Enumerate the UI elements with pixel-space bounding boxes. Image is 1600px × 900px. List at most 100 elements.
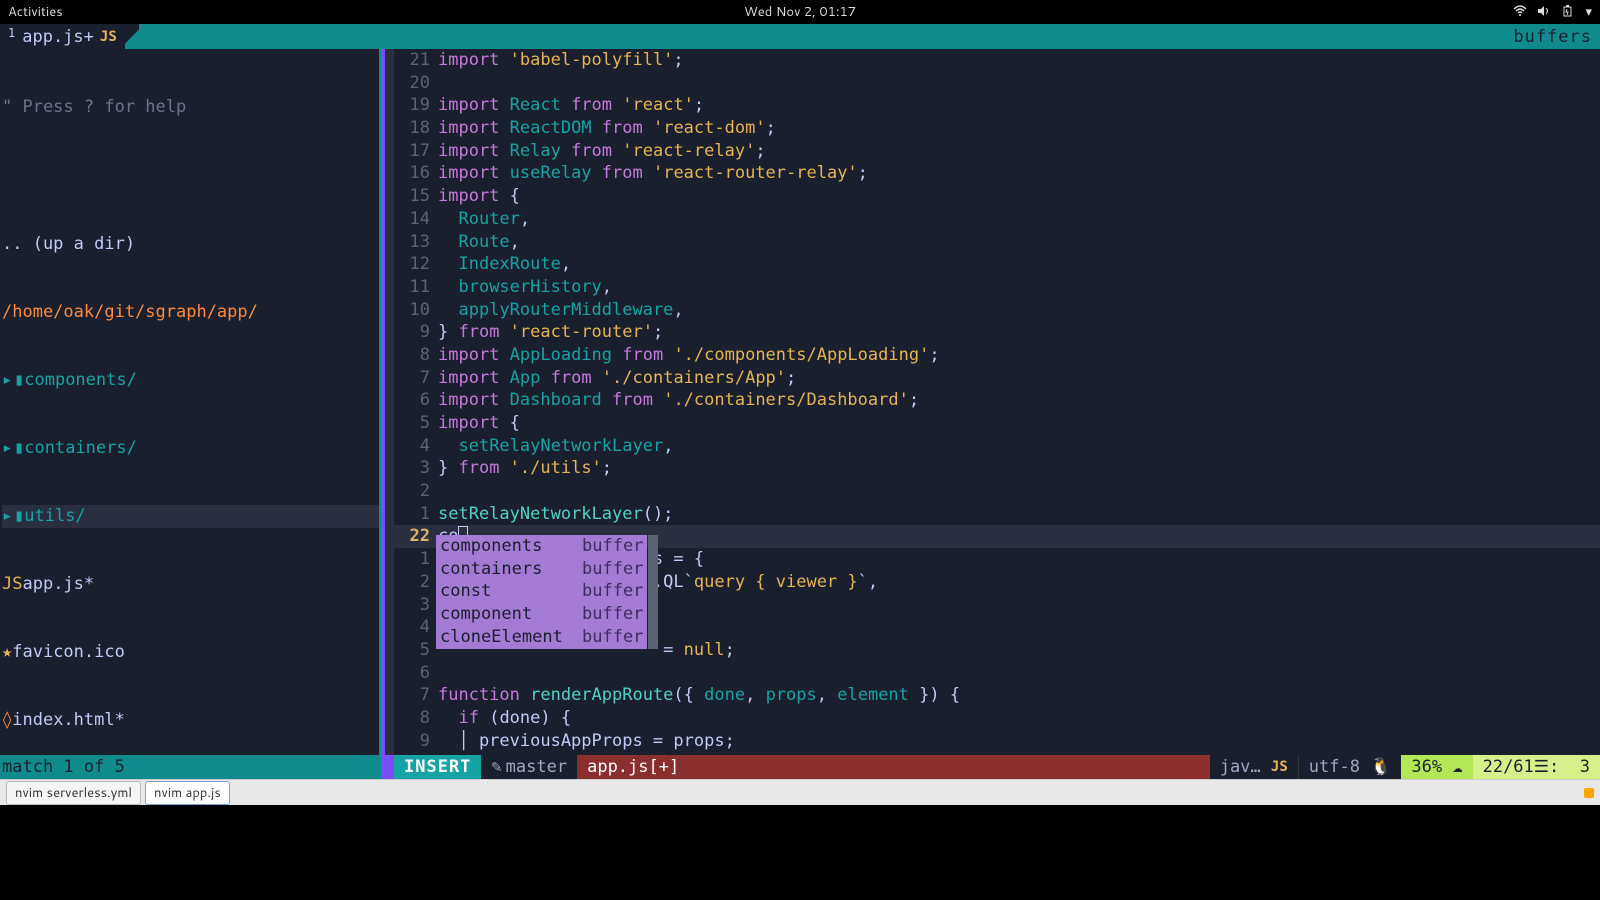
activities-button[interactable]: Activities [8,3,63,21]
completion-popup[interactable]: componentsbuffercontainersbufferconstbuf… [436,535,647,649]
code-line[interactable]: 9} from 'react-router'; [394,321,1600,344]
line-number: 2 [394,480,438,503]
line-number: 15 [394,185,438,208]
chevron-right-icon: ▸ [2,437,14,460]
linux-icon: 🐧 [1370,757,1391,777]
completion-kind: buffer [582,535,643,558]
editor-area: " Press ? for help .. (up a dir) /home/o… [0,49,1600,755]
code-line[interactable]: 5import { [394,412,1600,435]
clock[interactable]: Wed Nov 2, 01:17 [744,3,856,21]
code-line[interactable]: 1setRelayNetworkLayer(); [394,503,1600,526]
code-text: browserHistory, [438,276,1600,299]
code-line[interactable]: 3} from './utils'; [394,457,1600,480]
line-number: 4 [394,435,438,458]
lines-icon: ☰ [1534,757,1549,777]
status-line: match 1 of 5 INSERT master app.js[+] jav… [0,755,1600,779]
completion-kind: buffer [582,626,643,649]
html-icon: ◊ [2,709,12,732]
code-line[interactable]: 8import AppLoading from './components/Ap… [394,344,1600,367]
up-icon: ☁ [1452,757,1462,777]
line-number: 6 [394,662,438,685]
code-text: import Relay from 'react-relay'; [438,140,1600,163]
line-number: 5 [394,412,438,435]
task-item[interactable]: nvim app.js [145,781,230,805]
line-number: 3 [394,594,438,617]
completion-kind: buffer [582,580,643,603]
chevron-down-icon[interactable]: ▾ [1585,6,1592,19]
code-editor[interactable]: 21import 'babel-polyfill';2019import Rea… [394,49,1600,755]
popup-scrollbar[interactable] [648,535,658,649]
code-line[interactable]: 10 applyRouterMiddleware, [394,299,1600,322]
line-number: 13 [394,231,438,254]
code-line[interactable]: 4 setRelayNetworkLayer, [394,435,1600,458]
battery-icon[interactable] [1561,5,1575,20]
tree-file[interactable]: ★ favicon.ico [2,641,379,664]
task-item[interactable]: nvim serverless.yml [6,781,141,805]
code-text: import App from './containers/App'; [438,367,1600,390]
line-number: 1 [394,503,438,526]
code-text: import 'babel-polyfill'; [438,49,1600,72]
line-number: 17 [394,140,438,163]
filetype-segment: jav… JS [1210,755,1298,779]
code-line[interactable]: 19import React from 'react'; [394,94,1600,117]
padding [0,805,1600,900]
code-line[interactable]: 7function renderAppRoute({ done, props, … [394,684,1600,707]
tree-dir[interactable]: ▸ ▮ containers/ [2,437,379,460]
code-line[interactable]: 21import 'babel-polyfill'; [394,49,1600,72]
filename-segment: app.js[+] [577,755,1210,779]
tree-file[interactable]: ◊ index.html* [2,709,379,732]
completion-item[interactable]: containersbuffer [436,558,647,581]
code-line[interactable]: 2 [394,480,1600,503]
chevron-right-icon: ▸ [2,505,14,528]
completion-item[interactable]: cloneElementbuffer [436,626,647,649]
code-line[interactable]: 14 Router, [394,208,1600,231]
code-line[interactable]: 13 Route, [394,231,1600,254]
completion-item[interactable]: componentsbuffer [436,535,647,558]
code-text: setRelayNetworkLayer(); [438,503,1600,526]
file-tree[interactable]: " Press ? for help .. (up a dir) /home/o… [0,49,381,755]
code-text: import Dashboard from './containers/Dash… [438,389,1600,412]
code-line[interactable]: 16import useRelay from 'react-router-rel… [394,162,1600,185]
status-divider [381,755,394,779]
status-message: match 1 of 5 [0,755,381,779]
line-number: 7 [394,684,438,707]
code-line[interactable]: 7import App from './containers/App'; [394,367,1600,390]
code-text [438,480,1600,503]
tab-bar: 1 app.js+ JS buffers [0,24,1600,49]
tree-file[interactable]: JS app.js* [2,573,379,596]
completion-item[interactable]: constbuffer [436,580,647,603]
help-hint: " Press ? for help [2,96,379,119]
volume-icon[interactable] [1537,5,1551,20]
tree-dir[interactable]: ▸ ▮ utils/ [2,505,379,528]
line-number: 11 [394,276,438,299]
tab-number: 1 [8,26,15,40]
code-line[interactable]: 15import { [394,185,1600,208]
code-line[interactable]: 6import Dashboard from './containers/Das… [394,389,1600,412]
code-line[interactable]: 12 IndexRoute, [394,253,1600,276]
notification-icon[interactable] [1584,788,1594,798]
tree-dir[interactable]: ▸ ▮ components/ [2,369,379,392]
tab-appjs[interactable]: 1 app.js+ JS [0,24,125,49]
buffers-label[interactable]: buffers [1505,24,1600,49]
code-line[interactable]: 20 [394,72,1600,95]
code-text: import AppLoading from './components/App… [438,344,1600,367]
chevron-right-icon: ▸ [2,369,14,392]
code-line[interactable]: 17import Relay from 'react-relay'; [394,140,1600,163]
code-line[interactable]: 6 [394,662,1600,685]
wifi-icon[interactable] [1513,5,1527,20]
up-dir[interactable]: .. (up a dir) [2,233,379,256]
code-line[interactable]: 18import ReactDOM from 'react-dom'; [394,117,1600,140]
code-line[interactable]: 8 if (done) { [394,707,1600,730]
code-text [438,72,1600,95]
completion-item[interactable]: componentbuffer [436,603,647,626]
line-number: 12 [394,253,438,276]
code-text: import { [438,185,1600,208]
folder-icon: ▮ [14,369,24,392]
folder-icon: ▮ [14,505,24,528]
code-line[interactable]: 9 │ previousAppProps = props; [394,730,1600,753]
code-line[interactable]: 11 browserHistory, [394,276,1600,299]
desktop-taskbar: nvim serverless.yml nvim app.js [0,779,1600,805]
code-text [438,662,1600,685]
line-number: 22 [394,525,438,548]
line-number: 2 [394,571,438,594]
